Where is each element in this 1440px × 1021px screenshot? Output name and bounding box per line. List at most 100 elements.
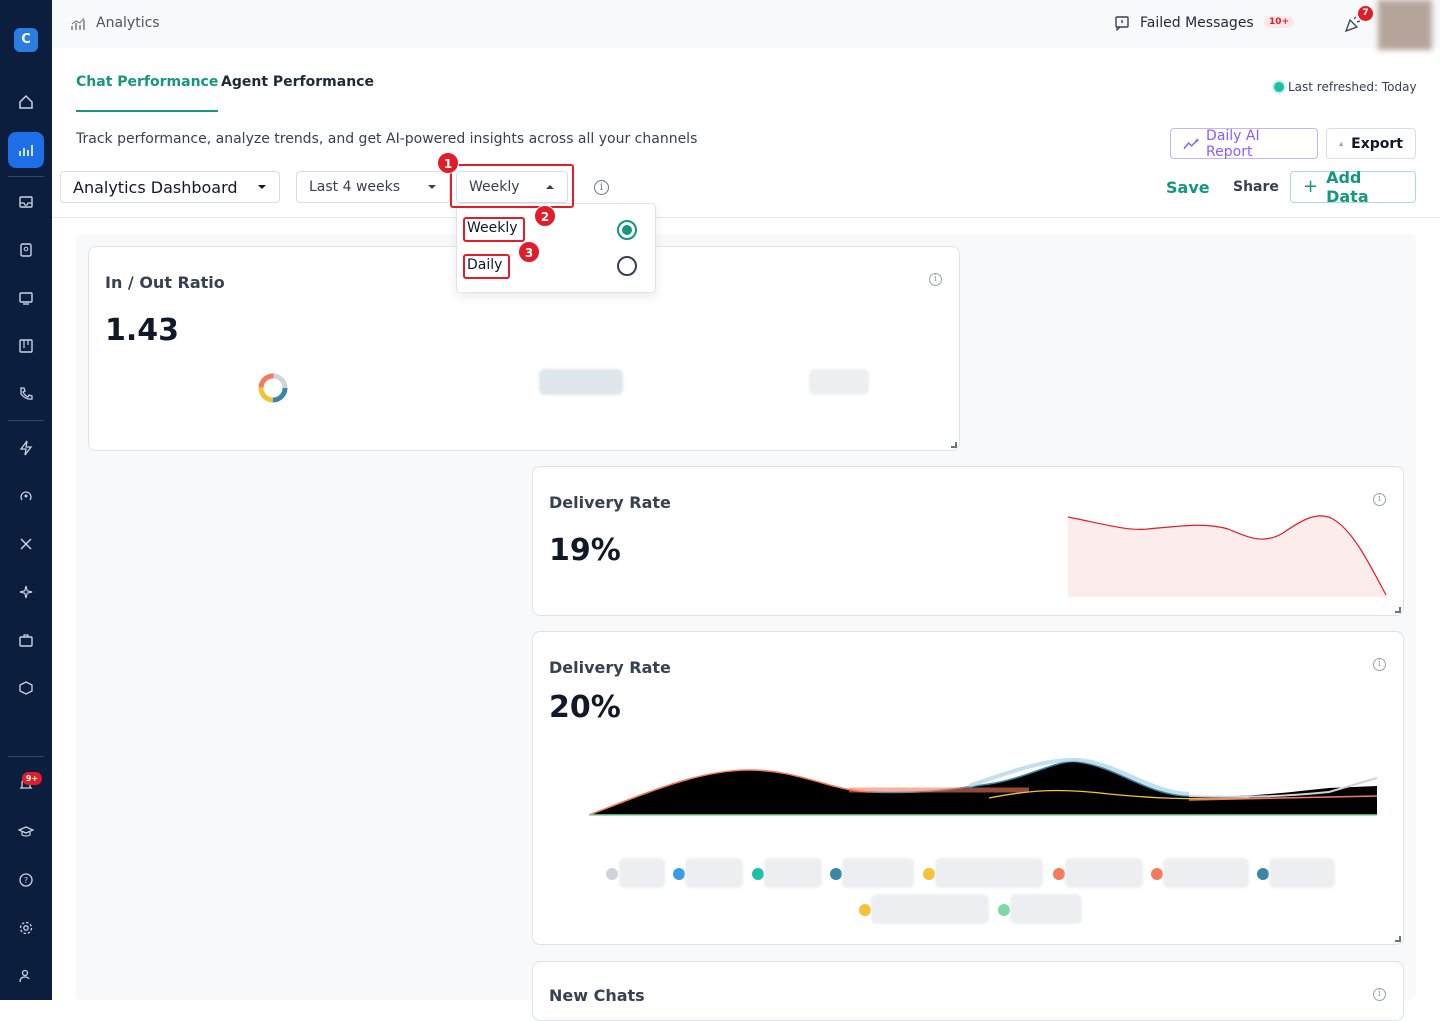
legend-dot: [752, 868, 764, 880]
resize-handle[interactable]: [1395, 607, 1401, 613]
delivery-rate-card-1[interactable]: Delivery Rate 19% i: [532, 466, 1404, 616]
annotation-box-1: [450, 164, 574, 208]
info-icon[interactable]: i: [1373, 658, 1386, 671]
blurred-legend-label: [871, 894, 989, 924]
resize-handle[interactable]: [1395, 936, 1401, 942]
refresh-status-dot: [1274, 82, 1284, 92]
sidebar-divider: [8, 176, 44, 177]
blurred-legend-item: [539, 369, 623, 395]
blurred-legend-label: [619, 858, 665, 888]
home-icon[interactable]: [8, 84, 44, 120]
board-icon[interactable]: [8, 328, 44, 364]
delivery-rate-value: 19%: [549, 533, 621, 568]
blurred-legend-label: [764, 858, 822, 888]
sidebar: C 9+ ?: [0, 0, 52, 1000]
daily-ai-report-button[interactable]: Daily AI Report: [1170, 127, 1318, 160]
add-data-button[interactable]: + Add Data: [1290, 168, 1416, 206]
info-icon[interactable]: i: [1373, 988, 1386, 1001]
user-settings-icon[interactable]: [8, 958, 44, 994]
annotation-marker-1: 1: [437, 152, 459, 174]
legend-dot: [859, 904, 871, 916]
plus-icon: +: [1303, 176, 1319, 197]
blurred-legend-label: [685, 858, 743, 888]
bolt-icon[interactable]: [8, 430, 44, 466]
package-icon[interactable]: [8, 670, 44, 706]
blurred-legend-label: [935, 858, 1043, 888]
section-title: Analytics: [96, 15, 160, 31]
delivery-rate-title: Delivery Rate: [549, 493, 671, 512]
page-subtitle: Track performance, analyze trends, and g…: [76, 131, 698, 147]
annotation-marker-2: 2: [534, 205, 556, 227]
delivery-rate-value: 20%: [549, 690, 621, 725]
info-icon[interactable]: i: [594, 180, 609, 195]
daily-ai-report-label: Daily AI Report: [1206, 127, 1260, 160]
user-avatar[interactable]: [1378, 0, 1432, 50]
learn-icon[interactable]: [8, 814, 44, 850]
dashboard-selector[interactable]: Analytics Dashboard: [60, 171, 280, 203]
sidebar-divider-2: [8, 420, 44, 421]
legend-dot: [606, 868, 618, 880]
legend-dot: [1151, 868, 1163, 880]
annotation-marker-3: 3: [518, 241, 540, 263]
notification-badge: 7: [1358, 6, 1373, 21]
in-out-ratio-value: 1.43: [105, 313, 180, 348]
blurred-legend-label: [1163, 858, 1249, 888]
tab-agent-performance[interactable]: Agent Performance: [221, 74, 374, 112]
tools-icon[interactable]: [8, 526, 44, 562]
sidebar-divider-3: [8, 756, 44, 757]
briefcase-icon[interactable]: [8, 622, 44, 658]
failed-messages-link[interactable]: Failed Messages: [1140, 15, 1254, 31]
caret-down-icon: [258, 185, 266, 189]
info-icon[interactable]: i: [1373, 493, 1386, 506]
inbox-icon[interactable]: [8, 184, 44, 220]
legend-dot: [1257, 868, 1269, 880]
new-chats-card[interactable]: New Chats i: [532, 961, 1404, 1021]
caret-down-icon: [428, 185, 436, 189]
annotation-box-2: [463, 217, 525, 242]
settings-icon[interactable]: [8, 910, 44, 946]
blurred-legend-label: [1010, 894, 1082, 924]
resize-handle[interactable]: [951, 442, 957, 448]
contacts-icon[interactable]: [8, 232, 44, 268]
in-out-ratio-title: In / Out Ratio: [105, 273, 225, 292]
app-logo[interactable]: C: [14, 28, 38, 52]
legend-dot: [673, 868, 685, 880]
delivery-rate-card-2[interactable]: Delivery Rate 20% i: [532, 631, 1404, 945]
radio-daily[interactable]: [617, 256, 637, 276]
failed-messages-icon: [1115, 16, 1129, 31]
analytics-icon[interactable]: [8, 132, 44, 168]
save-button[interactable]: Save: [1166, 178, 1210, 197]
dashboard-selector-label: Analytics Dashboard: [73, 177, 238, 197]
stacked-area-chart: [589, 757, 1378, 816]
add-data-label: Add Data: [1326, 168, 1369, 206]
analytics-header-icon: [71, 17, 85, 30]
svg-text:?: ?: [24, 876, 28, 885]
tab-chat-performance[interactable]: Chat Performance: [76, 74, 219, 112]
blurred-legend-item: [809, 369, 869, 395]
blurred-legend-label: [1269, 858, 1335, 888]
date-range-selector[interactable]: Last 4 weeks: [296, 171, 450, 203]
bell-badge: 9+: [22, 772, 42, 785]
legend-dot: [830, 868, 842, 880]
last-refreshed-text: Last refreshed: Today: [1288, 80, 1417, 94]
delivery-rate-title: Delivery Rate: [549, 658, 671, 677]
radio-weekly-selected[interactable]: [617, 220, 637, 240]
monitor-icon[interactable]: [8, 280, 44, 316]
sparkles-icon[interactable]: [8, 574, 44, 610]
sparkline-chart: [1068, 515, 1387, 597]
top-bar: Analytics Failed Messages 10+ 7: [52, 0, 1440, 50]
export-button[interactable]: Export: [1326, 128, 1416, 159]
annotation-box-3: [463, 254, 510, 279]
legend-dot: [1053, 868, 1065, 880]
phone-icon[interactable]: [8, 376, 44, 412]
info-icon[interactable]: i: [929, 273, 942, 286]
download-icon: [1339, 141, 1343, 146]
blurred-legend-label: [1065, 858, 1143, 888]
share-button[interactable]: Share: [1233, 179, 1279, 195]
legend-dot: [923, 868, 935, 880]
export-label: Export: [1351, 135, 1403, 152]
header-divider: [52, 217, 1440, 218]
help-icon[interactable]: ?: [8, 862, 44, 898]
blurred-legend-label: [842, 858, 914, 888]
broadcast-icon[interactable]: [8, 478, 44, 514]
